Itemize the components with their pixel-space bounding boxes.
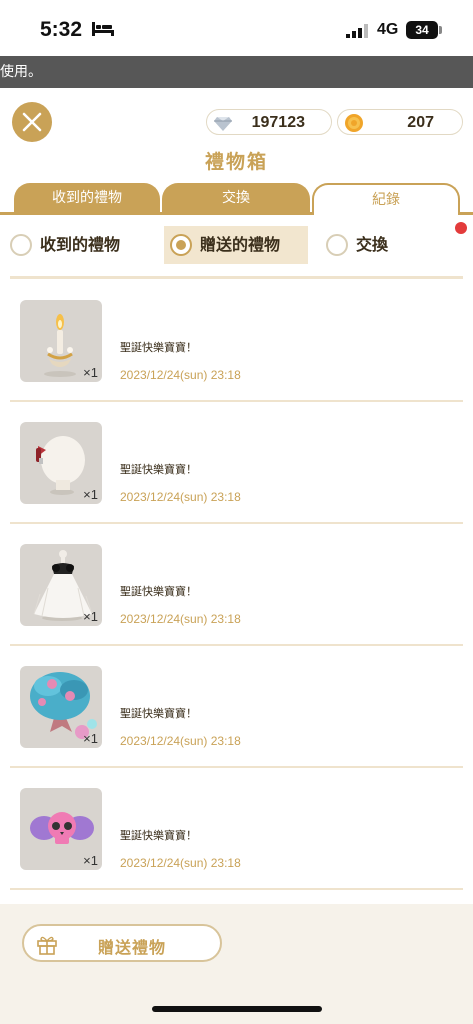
gift-message: 聖誕快樂寶寶！ bbox=[120, 829, 197, 842]
gift-date: 2023/12/24(sun) 23:18 bbox=[120, 734, 241, 748]
list-item[interactable]: ×1 聖誕快樂寶寶！ 2023/12/24(sun) 23:18 bbox=[10, 524, 463, 646]
send-gift-label: 贈送禮物 bbox=[98, 938, 167, 957]
gift-message: 聖誕快樂寶寶！ bbox=[120, 463, 197, 476]
battery-icon: 34 bbox=[406, 21, 438, 39]
gift-message: 聖誕快樂寶寶！ bbox=[120, 585, 197, 598]
item-thumbnail: ×1 bbox=[20, 544, 102, 626]
status-bar: 5:32 4G 34 bbox=[0, 0, 473, 56]
bed-icon bbox=[92, 22, 114, 36]
list-item[interactable]: ×1 聖誕快樂寶寶！ 2023/12/24(sun) 23:18 bbox=[10, 280, 463, 402]
filter-label: 交換 bbox=[356, 235, 389, 254]
filter-label: 贈送的禮物 bbox=[200, 235, 281, 254]
diamond-count: 197123 bbox=[251, 114, 305, 131]
item-thumbnail: ×1 bbox=[20, 422, 102, 504]
radio-button[interactable] bbox=[10, 234, 32, 256]
list-item[interactable]: ×1 聖誕快樂寶寶！ 2023/12/24(sun) 23:18 bbox=[10, 402, 463, 524]
close-button[interactable] bbox=[12, 102, 52, 142]
battery-tip bbox=[439, 26, 442, 34]
radio-button[interactable] bbox=[326, 234, 348, 256]
gift-message: 聖誕快樂寶寶！ bbox=[120, 341, 197, 354]
gift-icon bbox=[37, 936, 57, 955]
notice-banner: 使用。 bbox=[0, 56, 473, 88]
tab-records[interactable]: 紀錄 bbox=[312, 183, 460, 215]
coin-icon bbox=[345, 114, 363, 132]
item-quantity: ×1 bbox=[83, 609, 98, 624]
item-thumbnail: ×1 bbox=[20, 788, 102, 870]
tab-received-gifts[interactable]: 收到的禮物 bbox=[14, 183, 160, 214]
list-item[interactable]: ×1 聖誕快樂寶寶！ 2023/12/24(sun) 23:18 bbox=[10, 646, 463, 768]
gift-date: 2023/12/24(sun) 23:18 bbox=[120, 368, 241, 382]
filter-label: 收到的禮物 bbox=[40, 235, 121, 254]
gift-date: 2023/12/24(sun) 23:18 bbox=[120, 856, 241, 870]
filter-sent-gifts[interactable]: 贈送的禮物 bbox=[164, 226, 308, 264]
gift-date: 2023/12/24(sun) 23:18 bbox=[120, 612, 241, 626]
item-quantity: ×1 bbox=[83, 731, 98, 746]
diamond-balance[interactable]: 197123 bbox=[206, 109, 332, 135]
signal-icon bbox=[346, 24, 368, 38]
status-time: 5:32 bbox=[40, 18, 83, 41]
radio-button-selected[interactable] bbox=[170, 234, 192, 256]
page-title: 禮物箱 bbox=[204, 151, 268, 173]
close-icon bbox=[22, 112, 42, 132]
gift-date: 2023/12/24(sun) 23:18 bbox=[120, 490, 241, 504]
tab-bar: 收到的禮物 交換 紀錄 bbox=[0, 183, 473, 215]
coin-balance[interactable]: 207 bbox=[337, 109, 463, 135]
item-quantity: ×1 bbox=[83, 365, 98, 380]
gift-message: 聖誕快樂寶寶！ bbox=[120, 707, 197, 720]
item-thumbnail: ×1 bbox=[20, 666, 102, 748]
tab-exchange[interactable]: 交換 bbox=[162, 183, 310, 214]
list-item[interactable]: ×1 聖誕快樂寶寶！ 2023/12/24(sun) 23:18 bbox=[10, 768, 463, 890]
divider bbox=[10, 276, 463, 279]
notification-dot bbox=[455, 222, 467, 234]
item-thumbnail: ×1 bbox=[20, 300, 102, 382]
coin-count: 207 bbox=[407, 114, 434, 131]
item-quantity: ×1 bbox=[83, 853, 98, 868]
network-type: 4G bbox=[377, 21, 399, 38]
send-gift-button[interactable]: 贈送禮物 bbox=[22, 924, 222, 962]
filter-exchange[interactable]: 交換 bbox=[326, 226, 426, 264]
filter-received-gifts[interactable]: 收到的禮物 bbox=[10, 226, 150, 264]
item-quantity: ×1 bbox=[83, 487, 98, 502]
diamond-icon bbox=[214, 117, 232, 131]
home-indicator[interactable] bbox=[152, 1006, 322, 1012]
